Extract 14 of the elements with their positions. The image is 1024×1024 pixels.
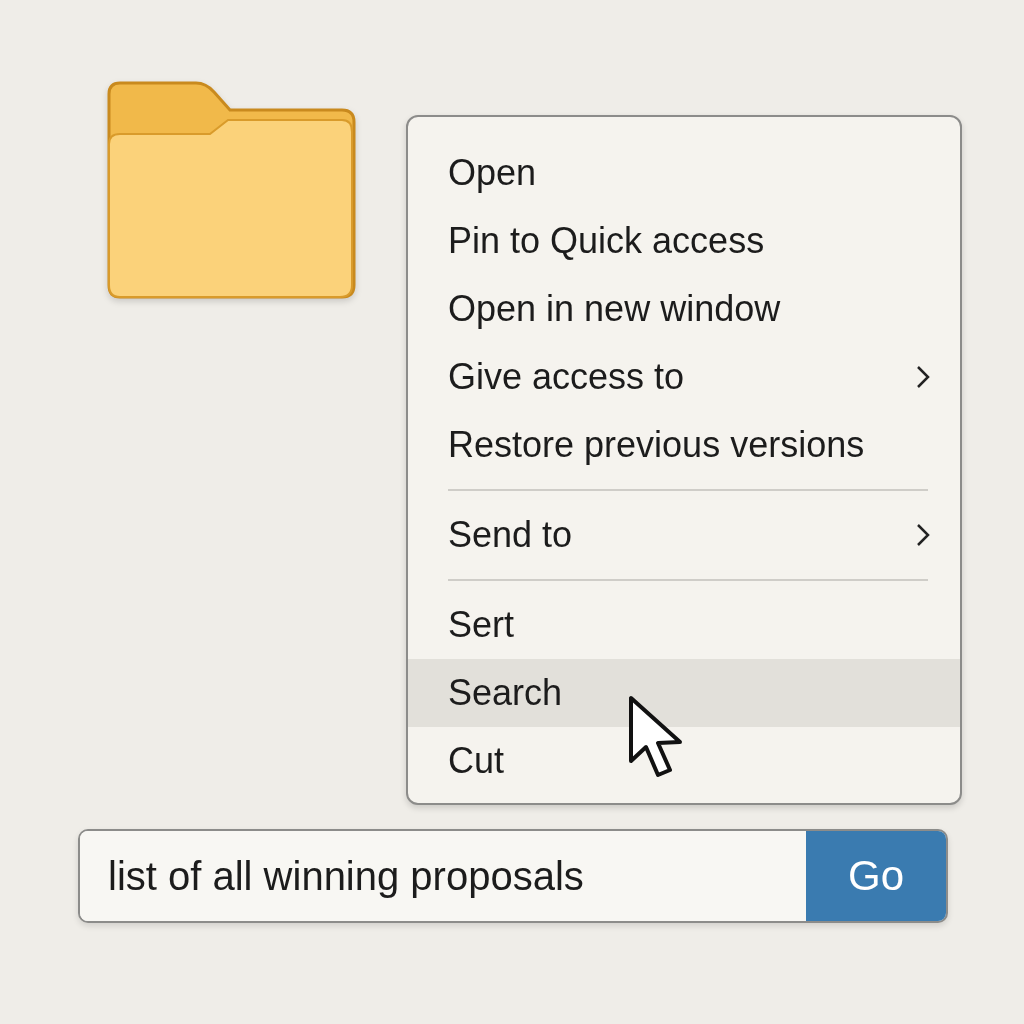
search-field[interactable]: list of all winning proposals	[80, 831, 806, 921]
menu-item[interactable]: Sert	[408, 591, 960, 659]
chevron-right-icon	[916, 365, 930, 389]
folder-icon[interactable]	[106, 80, 356, 302]
chevron-right-icon	[916, 523, 930, 547]
menu-item[interactable]: Open	[408, 139, 960, 207]
menu-item[interactable]: Pin to Quick access	[408, 207, 960, 275]
menu-item[interactable]: Send to	[408, 501, 960, 569]
menu-item[interactable]: Search	[408, 659, 960, 727]
menu-item[interactable]: Restore previous versions	[408, 411, 960, 479]
menu-item[interactable]: Give access to	[408, 343, 960, 411]
menu-item[interactable]: Open in new window	[408, 275, 960, 343]
go-button[interactable]: Go	[806, 831, 946, 921]
menu-item[interactable]: Cut	[408, 727, 960, 795]
